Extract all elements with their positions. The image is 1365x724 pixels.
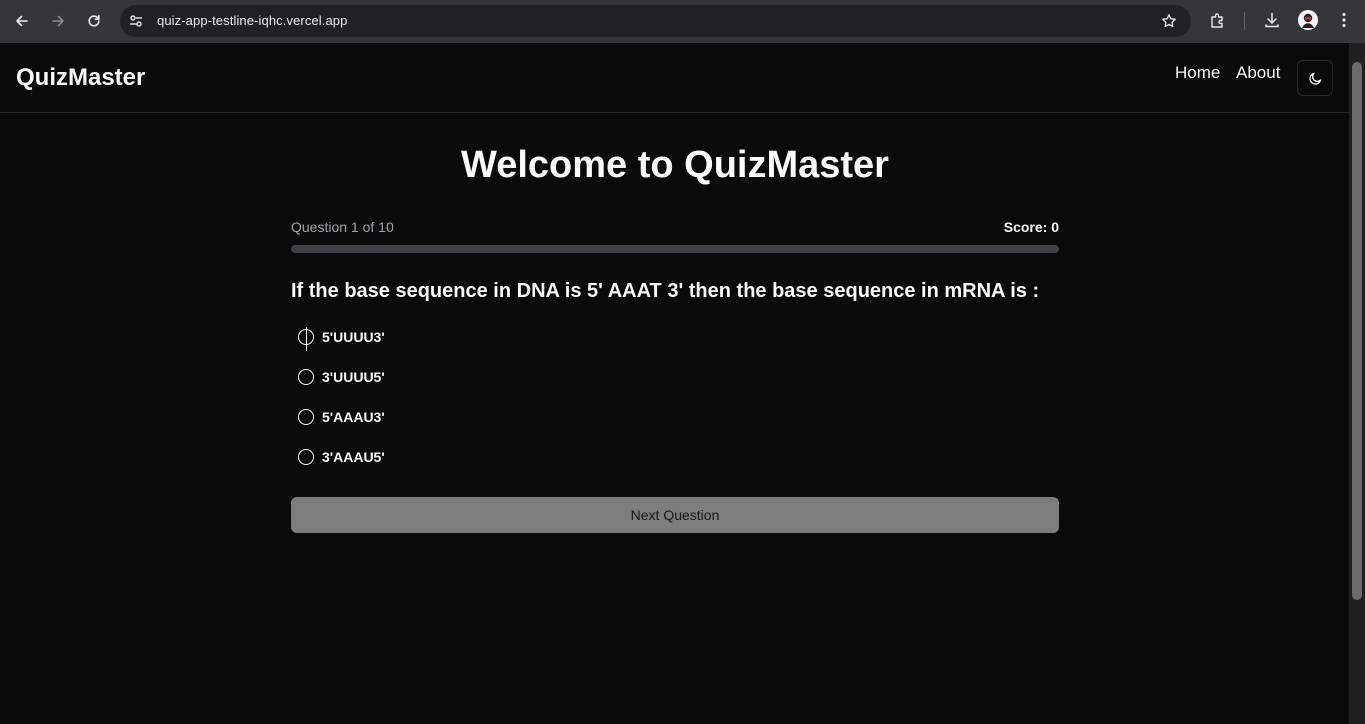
progress-bar <box>291 245 1059 253</box>
brand-logo[interactable]: QuizMaster <box>16 64 145 92</box>
nav-home-link[interactable]: Home <box>1175 63 1220 83</box>
page-title: Welcome to QuizMaster <box>461 144 889 186</box>
answer-option-label[interactable]: 3'AAAU5' <box>322 449 385 465</box>
question-counter: Question 1 of 10 <box>291 219 394 235</box>
download-icon[interactable] <box>1263 11 1281 29</box>
answer-option[interactable]: 5'UUUU3' <box>298 326 385 348</box>
answer-option-label[interactable]: 3'UUUU5' <box>322 369 385 385</box>
answer-option-label[interactable]: 5'UUUU3' <box>322 329 385 345</box>
radio-button[interactable] <box>298 449 314 465</box>
arrow-left-icon <box>16 15 28 27</box>
question-text: If the base sequence in DNA is 5' AAAT 3… <box>291 280 1040 302</box>
reload-button[interactable] <box>81 8 107 34</box>
tune-icon[interactable] <box>128 13 144 29</box>
address-bar[interactable]: quiz-app-testline-iqhc.vercel.app <box>120 5 1191 37</box>
star-icon[interactable] <box>1161 13 1177 29</box>
back-button[interactable] <box>9 8 35 34</box>
next-question-button[interactable]: Next Question <box>291 497 1059 533</box>
avatar[interactable] <box>1298 10 1318 30</box>
kebab-menu-icon[interactable] <box>1336 11 1352 29</box>
theme-toggle-button[interactable] <box>1297 60 1333 96</box>
reload-icon <box>88 15 100 27</box>
app-header: QuizMaster Home About <box>0 43 1349 113</box>
nav-about-link[interactable]: About <box>1236 63 1280 83</box>
forward-button[interactable] <box>45 8 71 34</box>
toolbar-divider <box>1244 12 1245 30</box>
answer-option[interactable]: 5'AAAU3' <box>298 406 385 428</box>
answer-option[interactable]: 3'UUUU5' <box>298 366 385 388</box>
puzzle-icon[interactable] <box>1209 11 1227 29</box>
answer-option[interactable]: 3'AAAU5' <box>298 446 385 468</box>
moon-icon <box>1308 72 1321 85</box>
text-cursor <box>306 327 307 351</box>
answer-option-label[interactable]: 5'AAAU3' <box>322 409 385 425</box>
radio-button[interactable] <box>298 409 314 425</box>
radio-button[interactable] <box>298 369 314 385</box>
url-text[interactable]: quiz-app-testline-iqhc.vercel.app <box>157 13 347 29</box>
arrow-right-icon <box>52 15 64 27</box>
browser-toolbar: quiz-app-testline-iqhc.vercel.app <box>0 0 1365 43</box>
score-display: Score: 0 <box>1003 219 1059 235</box>
profile-picture-icon <box>1298 10 1318 30</box>
scrollbar-thumb[interactable] <box>1352 62 1362 600</box>
page-viewport: QuizMaster Home About Welcome to QuizMas… <box>0 43 1349 724</box>
